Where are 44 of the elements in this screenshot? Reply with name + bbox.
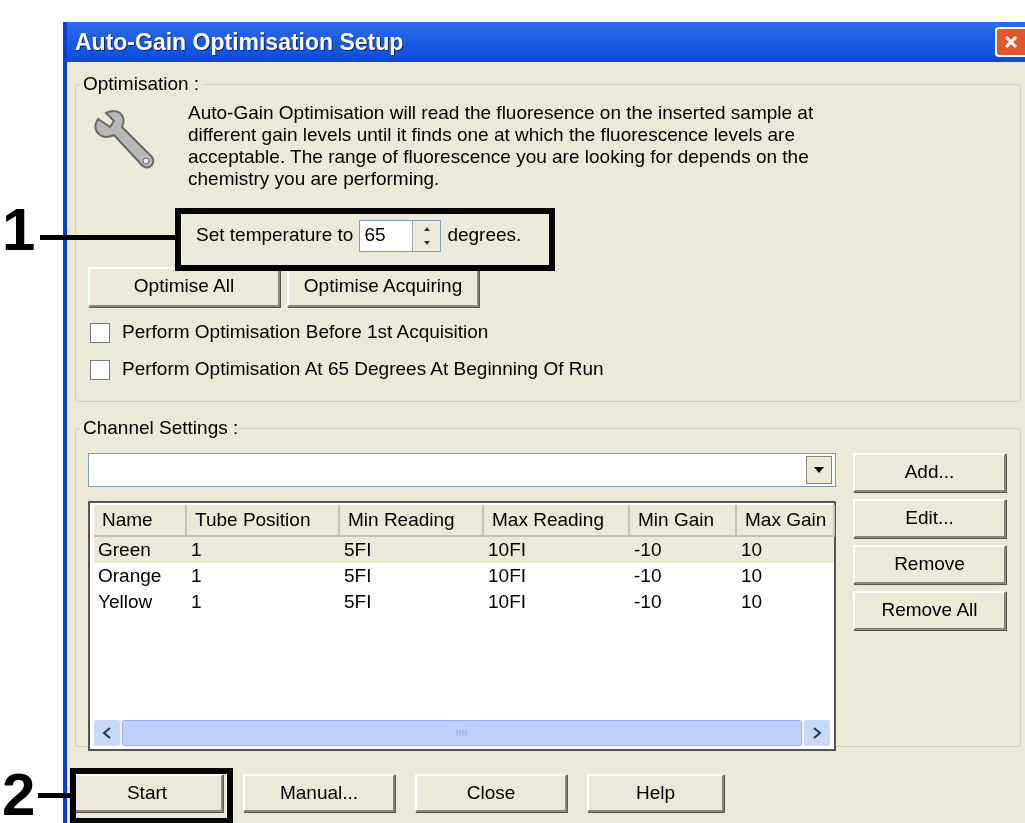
table-cell-text: 5FI [343, 589, 373, 614]
column-header[interactable]: Name [94, 504, 187, 537]
checkbox-label: Perform Optimisation Before 1st Acquisition [122, 320, 489, 345]
column-header[interactable]: Max Reading [484, 504, 630, 537]
dialog-button[interactable]: Remove All [853, 590, 1006, 630]
temperature-spin-field[interactable]: 65 [359, 219, 442, 252]
table-cell-text: -10 [633, 563, 663, 588]
group-legend: Optimisation : [80, 70, 203, 99]
table-cell-text: 1 [190, 537, 203, 562]
dialog-button[interactable]: Help [587, 774, 724, 812]
temperature-label: Set temperature to [196, 223, 354, 248]
table-cell-text: Orange [97, 563, 163, 588]
table-row[interactable]: Green 1 5FI 10FI -10 10 [94, 536, 834, 563]
table-cell-text: 5FI [343, 537, 373, 562]
dialog-button[interactable]: Remove [853, 544, 1006, 584]
table-cell-text: Green [97, 537, 152, 562]
description-text: Auto-Gain Optimisation will read the fluoresence on the inserted sample at different gain levels until it finds one at which the fluorescence levels are acceptable. The range of fluorescence you are looking for depends on the chemistry you are performing. [188, 101, 815, 190]
table-cell-text: 10 [740, 563, 764, 588]
dialog-button[interactable]: Optimise All [88, 266, 280, 307]
table-cell-text: 10FI [487, 589, 528, 614]
table-cell-text: 10FI [487, 563, 528, 588]
dialog-button[interactable]: Edit... [853, 498, 1006, 538]
table-cell-text: 1 [190, 589, 203, 614]
table-cell-text: Yellow [97, 589, 154, 614]
table-cell-text: -10 [633, 589, 663, 614]
dialog-button[interactable]: Add... [853, 452, 1006, 492]
table-cell-text: 10 [740, 537, 764, 562]
table-cell-text: 5FI [343, 563, 373, 588]
column-header[interactable]: Tube Position [187, 504, 340, 537]
window-title: Auto-Gain Optimisation Setup [75, 27, 404, 57]
table-cell-text: 1 [190, 563, 203, 588]
column-header[interactable]: Max Gain [737, 504, 835, 537]
callout-number: 2 [2, 765, 36, 823]
group-legend: Channel Settings : [80, 414, 242, 443]
callout-number: 1 [2, 200, 36, 260]
table-cell-text: 10FI [487, 537, 528, 562]
table-cell-text: 10 [740, 589, 764, 614]
checkbox-label: Perform Optimisation At 65 Degrees At Beginning Of Run [122, 357, 604, 382]
column-header[interactable]: Min Reading [340, 504, 484, 537]
table-cell-text: -10 [633, 537, 663, 562]
dialog-button[interactable]: Close [415, 774, 567, 812]
temperature-unit: degrees. [447, 223, 522, 248]
dialog-button[interactable]: Manual... [243, 774, 395, 812]
column-header[interactable]: Min Gain [630, 504, 737, 537]
